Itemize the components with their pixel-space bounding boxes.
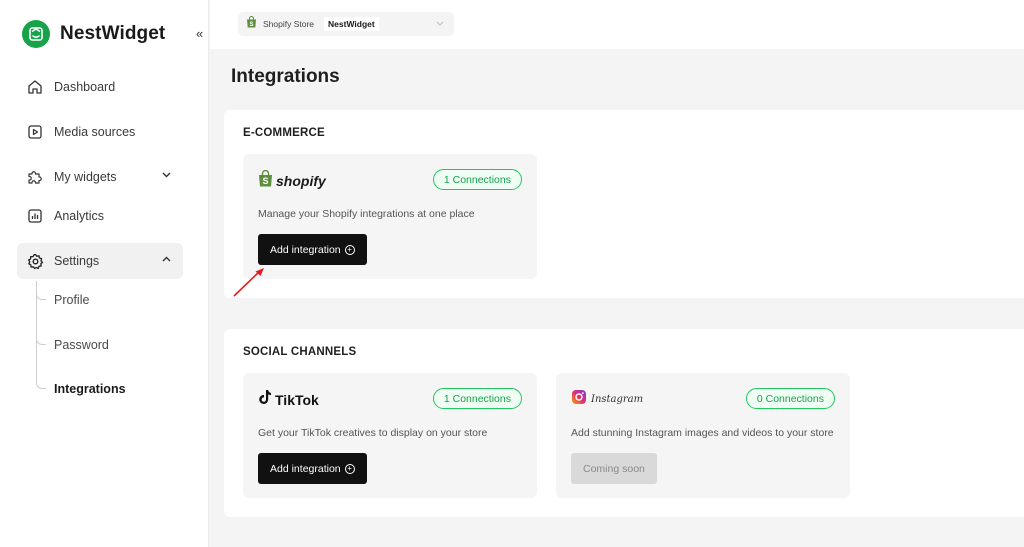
chevron-down-icon xyxy=(436,18,444,28)
button-label: Add integration xyxy=(270,462,341,475)
submenu-tick xyxy=(36,383,46,389)
top-bar: S Shopify Store NestWidget xyxy=(210,0,1024,49)
store-selector[interactable]: S Shopify Store NestWidget xyxy=(238,12,454,36)
home-icon xyxy=(26,78,44,96)
app-logo[interactable]: NestWidget xyxy=(22,20,165,48)
tiktok-wordmark: TikTok xyxy=(275,391,319,408)
store-label: Shopify Store xyxy=(263,19,315,29)
sidebar-item-label: Settings xyxy=(54,254,100,268)
sidebar-item-my-widgets[interactable]: My widgets xyxy=(17,159,183,195)
plus-circle-icon: + xyxy=(344,463,355,474)
add-integration-button[interactable]: Add integration + xyxy=(258,234,367,265)
shopify-bag-icon: S xyxy=(246,15,257,33)
card-description: Manage your Shopify integrations at one … xyxy=(258,208,475,220)
page-title: Integrations xyxy=(231,66,340,87)
svg-text:S: S xyxy=(249,22,253,28)
sidebar-item-dashboard[interactable]: Dashboard xyxy=(17,69,183,105)
play-square-icon xyxy=(26,123,44,141)
annotation-arrow-icon xyxy=(233,268,264,297)
coming-soon-button: Coming soon xyxy=(571,453,657,484)
instagram-icon xyxy=(571,389,587,410)
sidebar-item-analytics[interactable]: Analytics xyxy=(17,198,183,234)
connections-badge: 1 Connections xyxy=(432,169,522,190)
sidebar-item-media-sources[interactable]: Media sources xyxy=(17,114,183,150)
gear-icon xyxy=(26,252,44,270)
store-value: NestWidget xyxy=(324,17,379,31)
instagram-logo: Instagram xyxy=(571,389,643,410)
button-label: Coming soon xyxy=(583,462,645,475)
sidebar-item-label: Dashboard xyxy=(54,80,116,94)
sidebar-item-label: My widgets xyxy=(54,170,117,184)
section-title: SOCIAL CHANNELS xyxy=(243,346,357,358)
sidebar-subitem-profile[interactable]: Profile xyxy=(54,293,89,307)
sidebar: NestWidget « Dashboard Media sources My … xyxy=(0,0,209,547)
plus-circle-icon: + xyxy=(344,244,355,255)
chevron-down-icon[interactable] xyxy=(162,170,171,181)
shopify-wordmark: shopify xyxy=(276,173,326,189)
app-name: NestWidget xyxy=(60,23,166,44)
sidebar-subitem-integrations[interactable]: Integrations xyxy=(54,382,126,396)
button-label: Add integration xyxy=(270,243,341,256)
collapse-sidebar-icon[interactable]: « xyxy=(196,26,203,41)
connections-badge: 1 Connections xyxy=(432,388,522,409)
card-description: Add stunning Instagram images and videos… xyxy=(571,427,834,439)
tiktok-logo: TikTok xyxy=(258,389,319,410)
add-integration-button[interactable]: Add integration + xyxy=(258,453,367,484)
sidebar-subitem-password[interactable]: Password xyxy=(54,338,109,352)
shopify-card: S shopify 1 Connections Manage your Shop… xyxy=(243,154,537,279)
sidebar-item-settings[interactable]: Settings xyxy=(17,243,183,279)
sidebar-item-label: Media sources xyxy=(54,125,136,139)
sidebar-item-label: Analytics xyxy=(54,209,105,223)
section-title: E-COMMERCE xyxy=(243,127,325,139)
instagram-card: Instagram 0 Connections Add stunning Ins… xyxy=(556,373,850,498)
submenu-tick xyxy=(36,294,46,300)
ecommerce-section: E-COMMERCE S shopify 1 Connections Manag… xyxy=(224,110,1024,298)
connections-badge: 0 Connections xyxy=(745,388,835,409)
chevron-up-icon[interactable] xyxy=(162,254,171,265)
bar-chart-icon xyxy=(26,207,44,225)
instagram-wordmark: Instagram xyxy=(591,394,644,405)
card-description: Get your TikTok creatives to display on … xyxy=(258,427,488,439)
social-channels-section: SOCIAL CHANNELS TikTok 1 Connections Get… xyxy=(224,329,1024,517)
tiktok-note-icon xyxy=(258,389,272,410)
tiktok-card: TikTok 1 Connections Get your TikTok cre… xyxy=(243,373,537,498)
svg-text:S: S xyxy=(262,176,268,186)
puzzle-icon xyxy=(26,168,44,186)
logo-mark-icon xyxy=(22,20,50,48)
submenu-tick xyxy=(36,339,46,345)
shopify-logo: S shopify xyxy=(258,169,326,192)
shopify-bag-icon: S xyxy=(258,169,273,192)
